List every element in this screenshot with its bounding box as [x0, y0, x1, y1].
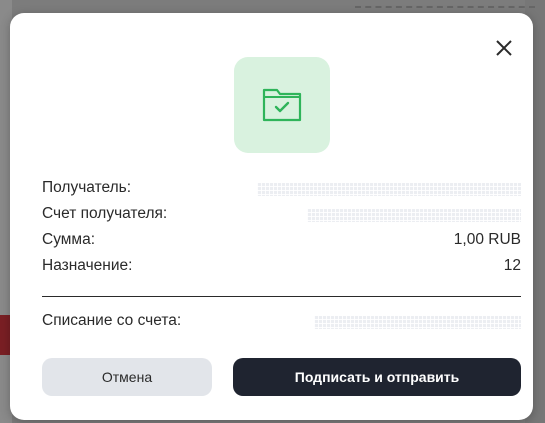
backdrop-divider — [355, 6, 535, 11]
amount-value: 1,00 RUB — [453, 231, 521, 248]
recipient-label: Получатель: — [42, 179, 132, 196]
recipient-account-row: Счет получателя: — [42, 203, 521, 225]
sign-and-send-button[interactable]: Подписать и отправить — [233, 358, 521, 396]
amount-row: Сумма: 1,00 RUB — [42, 229, 521, 251]
recipient-value-redacted — [257, 183, 521, 196]
recipient-account-value-redacted — [307, 209, 521, 222]
recipient-row: Получатель: — [42, 177, 521, 199]
purpose-row: Назначение: 12 — [42, 255, 521, 277]
cancel-button[interactable]: Отмена — [42, 358, 212, 396]
purpose-value: 12 — [503, 257, 521, 274]
amount-label: Сумма: — [42, 231, 96, 248]
debit-account-row: Списание со счета: — [42, 310, 521, 332]
status-icon-tile — [234, 57, 330, 153]
divider — [42, 296, 521, 297]
purpose-label: Назначение: — [42, 257, 133, 274]
debit-account-label: Списание со счета: — [42, 312, 182, 329]
close-icon[interactable] — [491, 35, 517, 61]
recipient-account-label: Счет получателя: — [42, 205, 168, 222]
confirm-payment-dialog: Получатель: Счет получателя: Сумма: 1,00… — [10, 13, 533, 420]
folder-check-icon — [262, 88, 302, 122]
debit-account-value-redacted — [314, 316, 521, 329]
